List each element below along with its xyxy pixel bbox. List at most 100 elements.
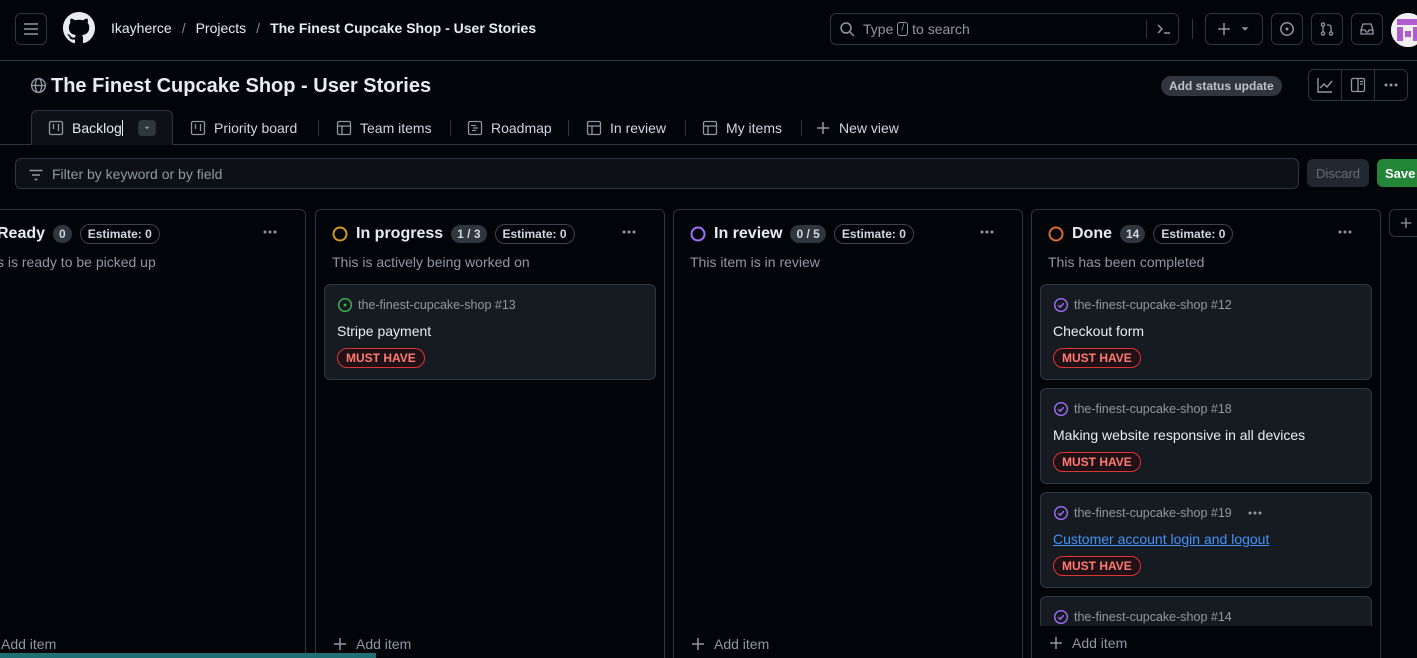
- card-menu-icon[interactable]: [1246, 505, 1264, 521]
- issue-card[interactable]: the-finest-cupcake-shop #13 Stripe payme…: [324, 284, 656, 380]
- filter-input[interactable]: Filter by keyword or by field: [15, 158, 1299, 189]
- card-title[interactable]: Making website responsive in all devices: [1053, 427, 1305, 443]
- add-item-button[interactable]: Add item: [0, 636, 56, 652]
- card-repo-label: the-finest-cupcake-shop #13: [358, 298, 516, 312]
- pull-requests-button[interactable]: [1311, 13, 1343, 45]
- side-panel-button[interactable]: [1341, 69, 1375, 101]
- column-description: s is ready to be picked up: [0, 254, 156, 270]
- add-item-button[interactable]: Add item: [1032, 626, 1380, 658]
- new-view-button[interactable]: New view: [815, 110, 899, 145]
- plus-icon: [692, 638, 704, 650]
- column-count: 1 / 3: [451, 225, 487, 243]
- tab-priority-board[interactable]: Priority board: [190, 110, 297, 145]
- column-header: In progress 1 / 3 Estimate: 0: [332, 224, 575, 244]
- status-circle-icon: [690, 226, 706, 242]
- header-divider: [1192, 19, 1193, 39]
- pull-requests-icon: [1320, 22, 1334, 36]
- add-item-button[interactable]: Add item: [332, 636, 411, 652]
- column-estimate: Estimate: 0: [79, 224, 160, 244]
- tab-label: In review: [610, 119, 667, 136]
- column-in-review: In review 0 / 5 Estimate: 0 This item is…: [673, 209, 1023, 658]
- column-done: Done 14 Estimate: 0 This has been comple…: [1031, 209, 1381, 658]
- add-status-update-button[interactable]: Add status update: [1161, 76, 1282, 96]
- kebab-horizontal-icon[interactable]: [261, 224, 279, 240]
- column-name: In review: [714, 225, 783, 242]
- breadcrumb-separator: /: [256, 20, 261, 36]
- avatar-identicon: [1391, 13, 1417, 47]
- card-title[interactable]: Stripe payment: [337, 323, 431, 339]
- board-icon: [48, 120, 64, 135]
- issue-closed-icon: [1053, 609, 1069, 625]
- issues-button[interactable]: [1271, 13, 1303, 45]
- kebab-horizontal-icon[interactable]: [1336, 224, 1354, 240]
- breadcrumb: Ikayherce / Projects / The Finest Cupcak…: [111, 20, 536, 36]
- chevron-down-icon: [1241, 27, 1249, 31]
- table-icon: [586, 120, 602, 135]
- card-title[interactable]: Checkout form: [1053, 323, 1144, 339]
- discard-button[interactable]: Discard: [1307, 159, 1369, 187]
- board: Ready 0 Estimate: 0 s is ready to be pic…: [0, 209, 1417, 658]
- column-name: Ready: [0, 225, 46, 242]
- filter-placeholder: Filter by keyword or by field: [52, 165, 223, 182]
- issue-closed-icon: [1053, 401, 1069, 417]
- issue-closed-icon: [1053, 297, 1069, 313]
- globe-icon: [30, 77, 47, 94]
- chevron-down-icon: [144, 126, 150, 130]
- column-name: In progress: [356, 225, 444, 242]
- breadcrumb-projects[interactable]: Projects: [196, 20, 247, 36]
- breadcrumb-owner[interactable]: Ikayherce: [111, 20, 172, 36]
- plus-icon: [334, 638, 346, 650]
- add-item-label: Add item: [714, 636, 770, 652]
- column-estimate: Estimate: 0: [833, 224, 914, 244]
- column-header: In review 0 / 5 Estimate: 0: [690, 224, 914, 244]
- tab-team-items[interactable]: Team items: [336, 110, 432, 145]
- text-cursor: [121, 119, 123, 136]
- status-circle-icon: [1048, 226, 1064, 242]
- breadcrumb-separator: /: [181, 20, 186, 36]
- tab-divider: [685, 120, 686, 136]
- github-logo[interactable]: [63, 12, 95, 44]
- issue-card[interactable]: the-finest-cupcake-shop #12 Checkout for…: [1040, 284, 1372, 380]
- issue-card[interactable]: the-finest-cupcake-shop #18 Making websi…: [1040, 388, 1372, 484]
- tab-in-review[interactable]: In review: [586, 110, 666, 145]
- view-options-button[interactable]: [138, 120, 156, 136]
- tab-roadmap[interactable]: Roadmap: [467, 110, 552, 145]
- tab-label: Backlog: [72, 119, 122, 136]
- issue-card[interactable]: the-finest-cupcake-shop #19 Customer acc…: [1040, 492, 1372, 588]
- create-new-button[interactable]: [1205, 13, 1263, 45]
- breadcrumb-current[interactable]: The Finest Cupcake Shop - User Stories: [270, 20, 536, 36]
- graph-icon: [1317, 78, 1333, 93]
- roadmap-icon: [467, 120, 483, 135]
- save-button[interactable]: Save: [1377, 159, 1417, 187]
- filter-icon: [29, 169, 43, 181]
- plus-icon: [1050, 636, 1062, 649]
- table-icon: [336, 120, 352, 135]
- priority-label: MUST HAVE: [337, 348, 425, 368]
- hamburger-menu-button[interactable]: [15, 13, 47, 45]
- issues-icon: [1280, 22, 1294, 36]
- card-repo-label: the-finest-cupcake-shop #19: [1074, 506, 1232, 520]
- insights-button[interactable]: [1308, 69, 1342, 101]
- column-estimate: Estimate: 0: [494, 224, 575, 244]
- tab-divider: [801, 120, 802, 136]
- priority-label: MUST HAVE: [1053, 452, 1141, 472]
- table-icon: [702, 120, 718, 135]
- column-ready: Ready 0 Estimate: 0 s is ready to be pic…: [0, 209, 306, 658]
- kebab-horizontal-icon[interactable]: [620, 224, 638, 240]
- column-description: This is actively being worked on: [332, 254, 530, 270]
- add-item-button[interactable]: Add item: [690, 636, 769, 652]
- project-title-row: The Finest Cupcake Shop - User Stories A…: [0, 61, 1417, 111]
- priority-label: MUST HAVE: [1053, 348, 1141, 368]
- tab-my-items[interactable]: My items: [702, 110, 782, 145]
- card-title-link[interactable]: Customer account login and logout: [1053, 531, 1269, 547]
- inbox-button[interactable]: [1351, 13, 1383, 45]
- column-name: Done: [1072, 225, 1112, 242]
- search-input[interactable]: Type / to search: [830, 13, 1179, 45]
- kebab-horizontal-icon[interactable]: [978, 224, 996, 240]
- add-column-button[interactable]: [1389, 209, 1417, 237]
- user-avatar[interactable]: [1391, 13, 1417, 47]
- tab-backlog[interactable]: Backlog: [31, 110, 173, 145]
- global-header: Ikayherce / Projects / The Finest Cupcak…: [0, 0, 1417, 61]
- project-menu-button[interactable]: [1374, 69, 1408, 101]
- terminal-icon[interactable]: [1156, 21, 1172, 37]
